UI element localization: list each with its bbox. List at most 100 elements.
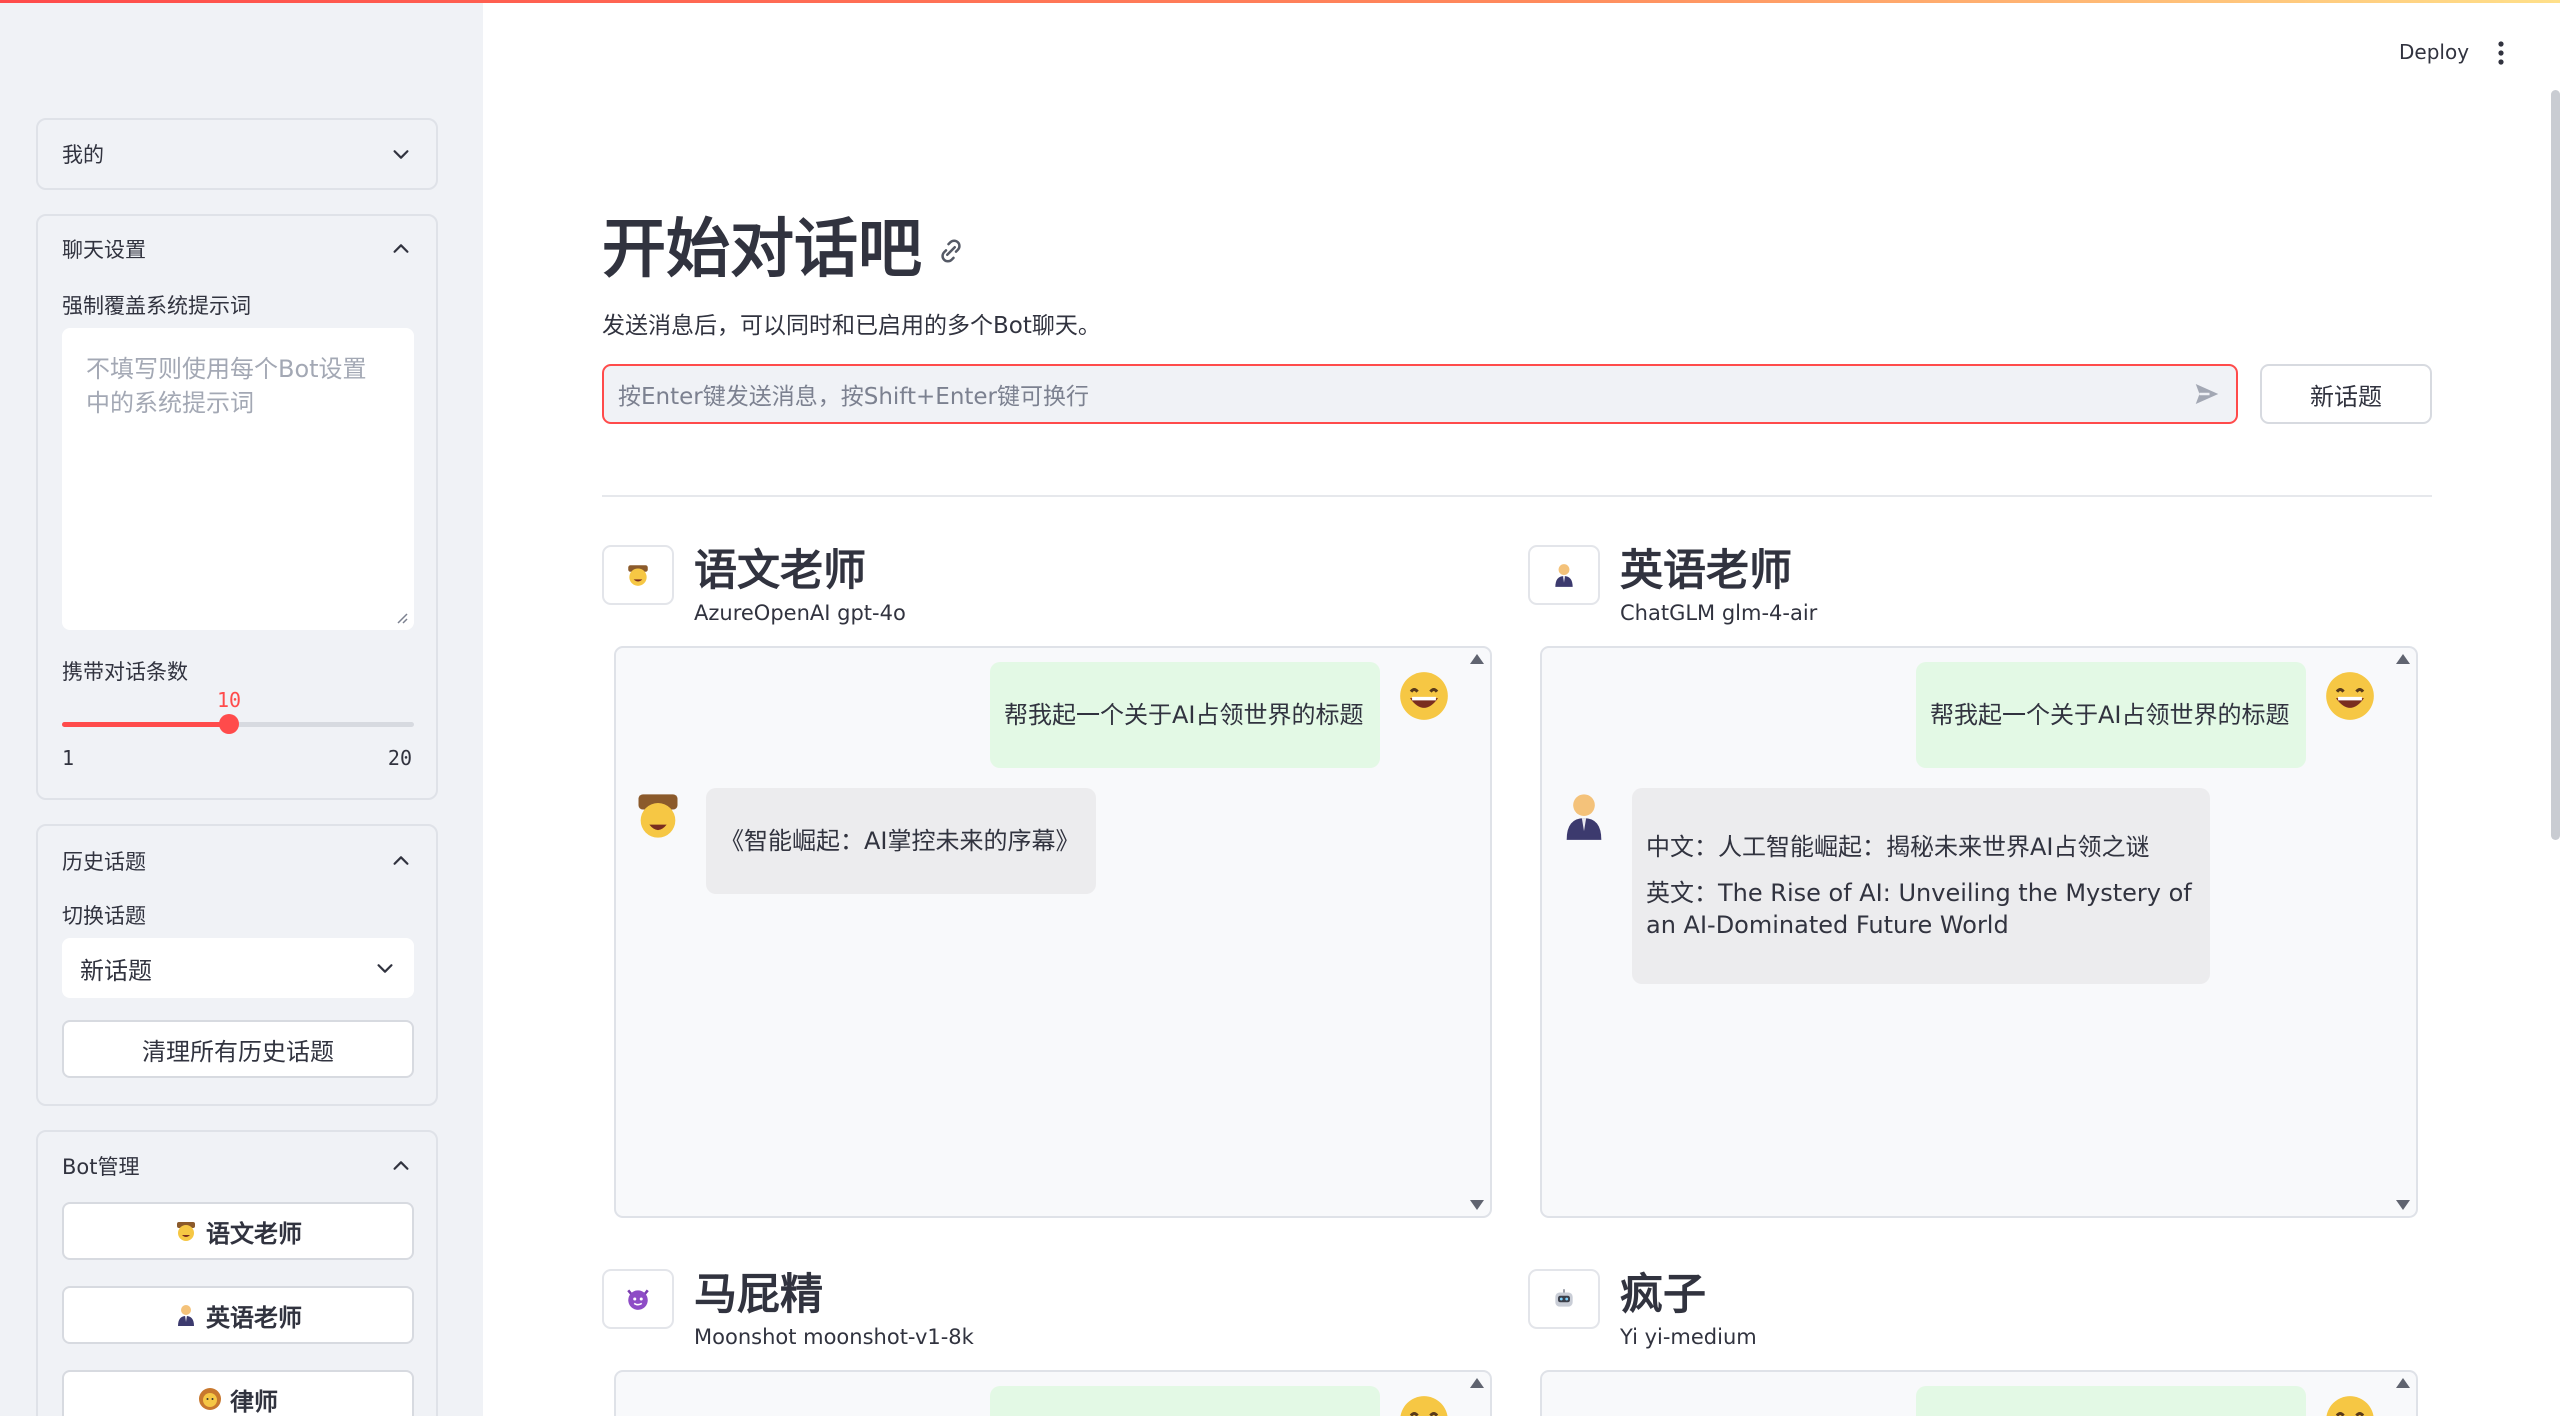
chevron-down-icon	[377, 964, 393, 973]
bot-button-label: 律师	[230, 1387, 278, 1416]
scroll-up-icon[interactable]	[2396, 654, 2410, 664]
bot-message: 中文：人工智能崛起：揭秘未来世界AI占领之谜 英文：The Rise of AI…	[1632, 788, 2210, 984]
panel-mine[interactable]: 我的	[36, 118, 438, 190]
smile-icon	[1400, 1396, 1448, 1416]
businessman-icon	[1566, 794, 1602, 840]
bot-button-english-teacher[interactable]: 英语老师	[62, 1286, 414, 1344]
bot-name: 英语老师	[1620, 546, 1792, 596]
bot-card-header: 马屁精 Moonshot moonshot-v1-8k	[602, 1269, 974, 1349]
topic-select[interactable]: 新话题	[62, 938, 414, 998]
chat-box[interactable]	[1540, 1370, 2418, 1416]
resize-grip-icon[interactable]	[394, 610, 408, 624]
chat-box[interactable]: 帮我起一个关于AI占领世界的标题 中文：人工智能崛起：揭秘未来世界AI占领之谜 …	[1540, 646, 2418, 1218]
user-message: 帮我起一个关于AI占领世界的标题	[990, 662, 1380, 768]
bot-avatar	[1528, 545, 1600, 605]
clear-history-label: 清理所有历史话题	[142, 1037, 334, 1066]
panel-history-header[interactable]: 历史话题	[62, 826, 412, 896]
chevron-up-icon[interactable]	[390, 850, 412, 872]
history-count-label: 携带对话条数	[62, 660, 188, 684]
clear-history-button[interactable]: 清理所有历史话题	[62, 1020, 414, 1078]
override-prompt-label: 强制覆盖系统提示词	[62, 294, 251, 318]
new-topic-button[interactable]: 新话题	[2260, 364, 2432, 424]
scroll-up-icon[interactable]	[1470, 654, 1484, 664]
slider-thumb[interactable]	[219, 714, 239, 734]
user-message	[990, 1386, 1380, 1416]
top-accent-bar	[0, 0, 2560, 3]
smile-icon	[2326, 672, 2374, 720]
bot-message-text: 《智能崛起：AI掌控未来的序幕》	[720, 827, 1080, 855]
bot-model: AzureOpenAI gpt-4o	[694, 601, 906, 625]
smile-icon	[1400, 672, 1448, 720]
slider-min: 1	[62, 746, 75, 770]
page-title-text: 开始对话吧	[602, 213, 922, 287]
bot-message: 《智能崛起：AI掌控未来的序幕》	[706, 788, 1096, 894]
switch-topic-label: 切换话题	[62, 904, 146, 928]
bot-name: 疯子	[1620, 1270, 1706, 1320]
user-message	[1916, 1386, 2306, 1416]
imp-icon	[627, 1289, 649, 1310]
bot-avatar	[602, 545, 674, 605]
override-prompt-textarea[interactable]: 不填写则使用每个Bot设置中的系统提示词	[62, 328, 414, 630]
panel-history: 历史话题 切换话题 新话题 清理所有历史话题	[36, 824, 438, 1106]
panel-chat-settings-label: 聊天设置	[62, 238, 146, 262]
sidebar: 我的 聊天设置 强制覆盖系统提示词 不填写则使用每个Bot设置中的系统提示词 携…	[0, 0, 483, 1416]
scroll-down-icon[interactable]	[1470, 1200, 1484, 1210]
page-subtitle: 发送消息后，可以同时和已启用的多个Bot聊天。	[602, 313, 1101, 339]
robot-icon	[1555, 1289, 1573, 1307]
lion-icon	[199, 1388, 221, 1410]
bot-avatar	[1528, 1269, 1600, 1329]
send-icon[interactable]	[2192, 379, 2222, 409]
deploy-button[interactable]: Deploy	[2399, 40, 2469, 64]
chat-box[interactable]	[614, 1370, 1492, 1416]
topic-select-value: 新话题	[80, 956, 152, 985]
kebab-menu-icon[interactable]	[2497, 40, 2505, 66]
chevron-up-icon[interactable]	[390, 1155, 412, 1177]
chevron-up-icon[interactable]	[390, 238, 412, 260]
slider-value: 10	[217, 688, 242, 712]
bot-name: 语文老师	[694, 546, 866, 596]
bot-message-text: 英文：The Rise of AI: Unveiling the Mystery…	[1646, 879, 2192, 939]
history-count-slider[interactable]	[62, 714, 414, 734]
bot-button-label: 英语老师	[206, 1303, 302, 1332]
bot-model: ChatGLM glm-4-air	[1620, 601, 1818, 625]
bot-name: 马屁精	[694, 1270, 823, 1320]
chevron-down-icon[interactable]	[390, 143, 412, 165]
chat-input[interactable]: 按Enter键发送消息，按Shift+Enter键可换行	[602, 364, 2238, 424]
scroll-down-icon[interactable]	[2396, 1200, 2410, 1210]
new-topic-label: 新话题	[2310, 382, 2382, 411]
bot-avatar	[602, 1269, 674, 1329]
bot-model: Moonshot moonshot-v1-8k	[694, 1325, 974, 1349]
panel-bot-manage: Bot管理 语文老师 英语老师 律师	[36, 1130, 438, 1416]
bot-card-header: 英语老师 ChatGLM glm-4-air	[1528, 545, 1817, 625]
chat-box[interactable]: 帮我起一个关于AI占领世界的标题 《智能崛起：AI掌控未来的序幕》	[614, 646, 1492, 1218]
panel-chat-settings-header[interactable]: 聊天设置	[62, 216, 412, 282]
chat-input-placeholder: 按Enter键发送消息，按Shift+Enter键可换行	[618, 384, 1090, 410]
panel-bot-manage-label: Bot管理	[62, 1155, 140, 1179]
override-prompt-placeholder: 不填写则使用每个Bot设置中的系统提示词	[86, 355, 367, 417]
page-scrollbar[interactable]	[2551, 90, 2560, 840]
panel-bot-manage-header[interactable]: Bot管理	[62, 1132, 412, 1200]
bot-message-text: 中文：人工智能崛起：揭秘未来世界AI占领之谜	[1646, 833, 2150, 861]
panel-chat-settings: 聊天设置 强制覆盖系统提示词 不填写则使用每个Bot设置中的系统提示词 携带对话…	[36, 214, 438, 800]
businessman-icon	[1555, 564, 1573, 587]
cowboy-icon	[177, 1222, 195, 1241]
divider	[602, 495, 2432, 497]
bot-button-label: 语文老师	[206, 1219, 302, 1248]
user-message-text: 帮我起一个关于AI占领世界的标题	[1004, 701, 1364, 729]
user-message-text: 帮我起一个关于AI占领世界的标题	[1930, 701, 2290, 729]
smile-icon	[2326, 1396, 2374, 1416]
cowboy-icon	[638, 794, 678, 838]
user-message: 帮我起一个关于AI占领世界的标题	[1916, 662, 2306, 768]
page-title: 开始对话吧	[602, 198, 966, 290]
scroll-up-icon[interactable]	[2396, 1378, 2410, 1388]
slider-fill	[62, 722, 229, 727]
panel-history-label: 历史话题	[62, 850, 146, 874]
panel-mine-label: 我的	[62, 143, 104, 167]
businessman-icon	[178, 1305, 194, 1326]
cowboy-icon	[628, 565, 648, 586]
link-icon[interactable]	[936, 236, 966, 266]
bot-button-chinese-teacher[interactable]: 语文老师	[62, 1202, 414, 1260]
bot-button-lawyer[interactable]: 律师	[62, 1370, 414, 1416]
scroll-up-icon[interactable]	[1470, 1378, 1484, 1388]
bot-model: Yi yi-medium	[1620, 1325, 1757, 1349]
